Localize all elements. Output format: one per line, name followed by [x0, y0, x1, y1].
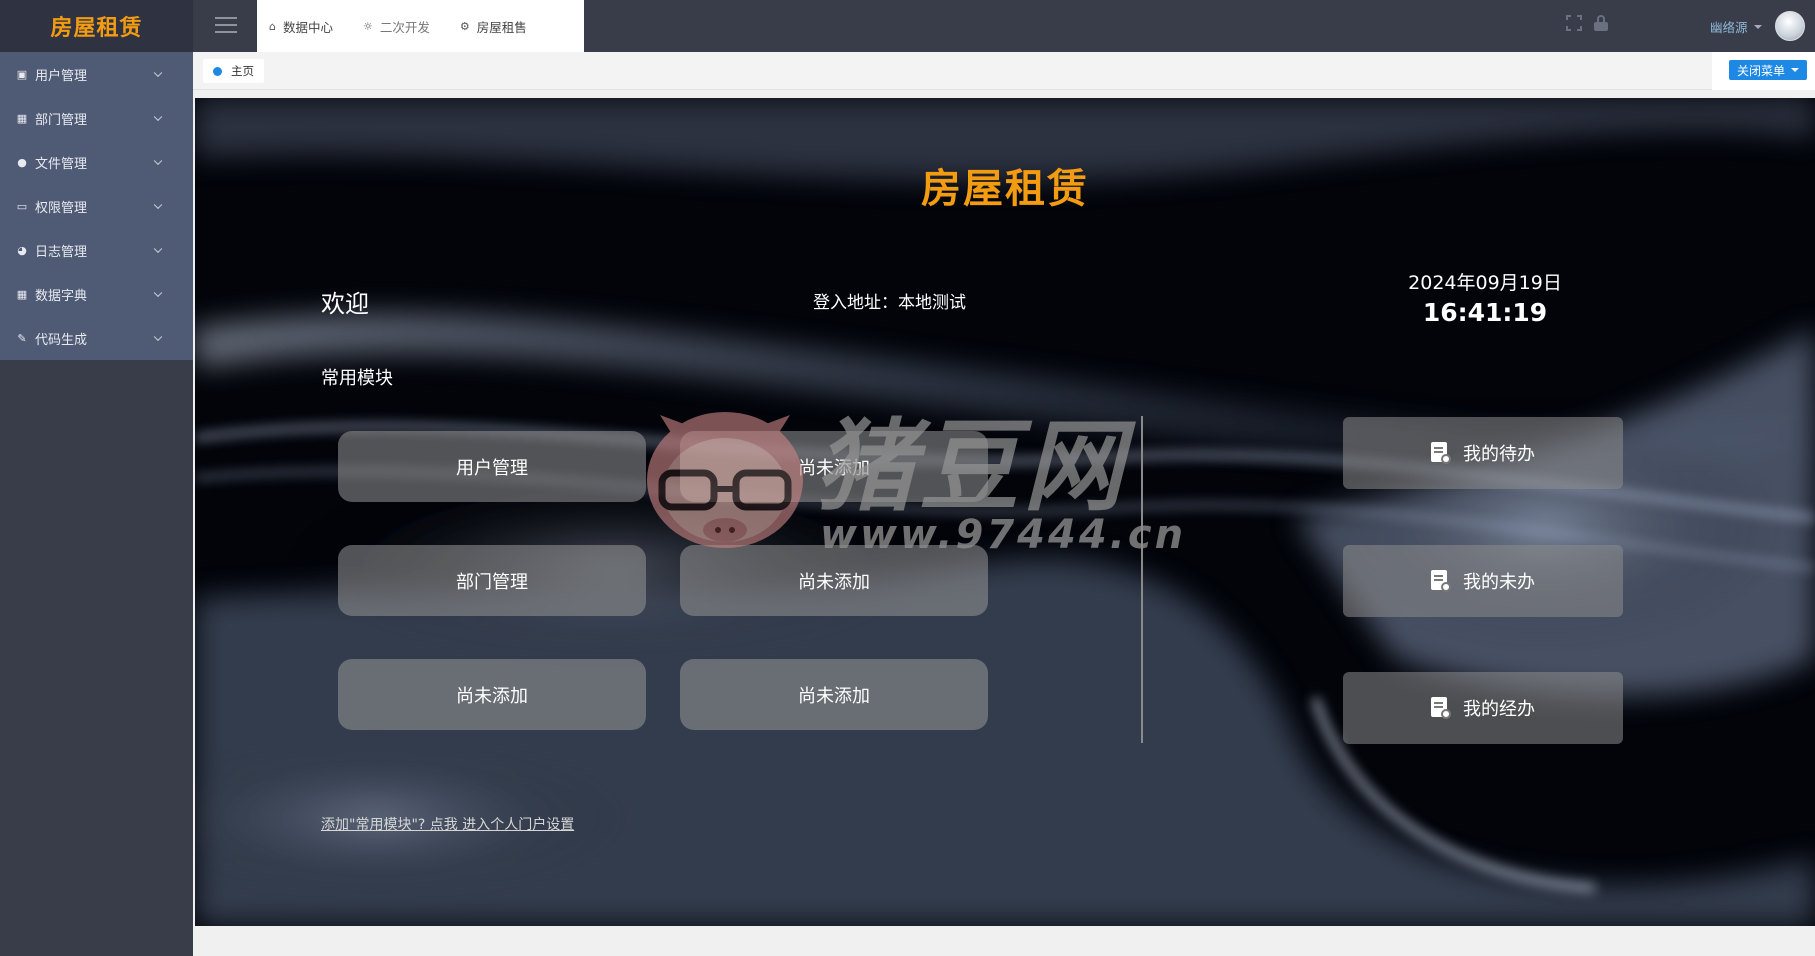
tab-data-center[interactable]: ⌂ 数据中心 — [269, 17, 333, 36]
close-menu-label: 关闭菜单 — [1736, 63, 1785, 78]
tab-home-label: 主页 — [231, 64, 254, 78]
topbar: ⌂ 数据中心 ☼ 二次开发 ⚙ 房屋租售 幽络源 — [193, 0, 1815, 52]
document-clock-icon — [1431, 442, 1451, 464]
watermark-url: www.97444.cn — [820, 512, 1187, 558]
gear-icon: ⚙ — [459, 19, 470, 33]
tab-house-rental[interactable]: ⚙ 房屋租售 — [460, 17, 527, 36]
globe-icon: ● — [17, 155, 27, 169]
sidebar-item-label: 代码生成 — [35, 332, 88, 348]
bulb-icon: ☼ — [363, 19, 373, 33]
picture-icon: ▣ — [16, 67, 28, 81]
chevron-down-icon — [153, 288, 163, 298]
tab-label: 二次开发 — [379, 19, 430, 35]
page-tabbar: 主页 关闭菜单 — [193, 52, 1815, 90]
document-check-icon — [1431, 570, 1451, 592]
my-handled-label: 我的经办 — [1463, 699, 1535, 720]
module-button-users[interactable]: 用户管理 — [338, 431, 646, 502]
module-button-empty[interactable]: 尚未添加 — [338, 659, 646, 730]
watermark-text: 猪豆网 — [815, 408, 1127, 525]
sidebar-item-label: 部门管理 — [35, 112, 88, 128]
module-button-departments[interactable]: 部门管理 — [338, 545, 646, 616]
tab-secondary-dev[interactable]: ☼ 二次开发 — [363, 17, 430, 36]
active-dot-icon — [213, 66, 222, 76]
sidebar-item-label: 日志管理 — [35, 244, 88, 260]
my-handled-button[interactable]: 我的经办 — [1343, 672, 1623, 744]
menu-toggle-icon[interactable] — [215, 17, 237, 35]
avatar[interactable] — [1775, 11, 1805, 41]
grid-icon: ▦ — [16, 287, 28, 301]
sidebar-item-permissions[interactable]: ▭ 权限管理 — [0, 184, 193, 228]
tab-home[interactable]: 主页 — [203, 59, 264, 83]
my-pending-label: 我的未办 — [1463, 572, 1535, 593]
chevron-down-icon — [153, 68, 163, 78]
current-time: 16:41:19 — [1422, 298, 1548, 327]
chevron-down-icon — [153, 156, 163, 166]
dashboard-title: 房屋租赁 — [921, 166, 1089, 212]
user-menu[interactable]: 幽络源 — [1710, 17, 1762, 36]
pencil-icon: ✎ — [17, 331, 27, 345]
home-icon: ⌂ — [269, 19, 276, 33]
caret-down-icon — [1753, 24, 1762, 29]
grid-icon: ▦ — [16, 111, 28, 125]
tab-label: 房屋租售 — [476, 19, 527, 35]
current-date: 2024年09月19日 — [1408, 272, 1562, 294]
caret-down-icon — [1791, 68, 1799, 72]
sidebar-menu: ▣ 用户管理 ▦ 部门管理 ● 文件管理 ▭ 权限管理 ◕ 日志管理 ▦ 数据字… — [0, 52, 193, 360]
sidebar-item-label: 权限管理 — [35, 200, 88, 216]
user-name: 幽络源 — [1710, 20, 1748, 35]
app-logo[interactable]: 房屋租赁 — [0, 0, 193, 52]
pie-icon: ◕ — [17, 243, 27, 257]
portal-settings-link[interactable]: 添加"常用模块"? 点我 进入个人门户设置 — [321, 814, 574, 834]
sidebar-item-label: 用户管理 — [35, 68, 88, 84]
sidebar-item-codegen[interactable]: ✎ 代码生成 — [0, 316, 193, 360]
top-tools — [1566, 15, 1608, 31]
top-tabs: ⌂ 数据中心 ☼ 二次开发 ⚙ 房屋租售 — [257, 0, 584, 52]
sidebar-item-label: 文件管理 — [35, 156, 88, 172]
chevron-down-icon — [153, 244, 163, 254]
my-todo-button[interactable]: 我的待办 — [1343, 417, 1623, 489]
welcome-text: 欢迎 — [321, 290, 369, 318]
sidebar-item-files[interactable]: ● 文件管理 — [0, 140, 193, 184]
my-todo-label: 我的待办 — [1463, 444, 1535, 465]
my-pending-button[interactable]: 我的未办 — [1343, 545, 1623, 617]
sidebar-item-users[interactable]: ▣ 用户管理 — [0, 52, 193, 96]
tab-label: 数据中心 — [282, 19, 333, 35]
common-modules-title: 常用模块 — [321, 368, 393, 389]
close-menu-wrap: 关闭菜单 — [1712, 52, 1815, 90]
close-menu-button[interactable]: 关闭菜单 — [1728, 60, 1807, 80]
sidebar: 房屋租赁 ▣ 用户管理 ▦ 部门管理 ● 文件管理 ▭ 权限管理 ◕ 日志管理 … — [0, 0, 193, 956]
sidebar-item-label: 数据字典 — [35, 288, 88, 304]
login-address: 登入地址：本地测试 — [813, 293, 966, 313]
document-check-icon — [1431, 697, 1451, 719]
chevron-down-icon — [153, 112, 163, 122]
sidebar-item-dictionary[interactable]: ▦ 数据字典 — [0, 272, 193, 316]
chevron-down-icon — [153, 200, 163, 210]
bottom-strip — [193, 926, 1815, 956]
module-button-empty[interactable]: 尚未添加 — [680, 659, 988, 730]
monitor-icon: ▭ — [16, 199, 28, 213]
chevron-down-icon — [153, 332, 163, 342]
fullscreen-icon[interactable] — [1566, 15, 1582, 31]
watermark-logo — [647, 412, 803, 548]
vertical-divider — [1141, 416, 1143, 743]
sidebar-item-logs[interactable]: ◕ 日志管理 — [0, 228, 193, 272]
sidebar-item-departments[interactable]: ▦ 部门管理 — [0, 96, 193, 140]
lock-icon[interactable] — [1594, 15, 1608, 31]
